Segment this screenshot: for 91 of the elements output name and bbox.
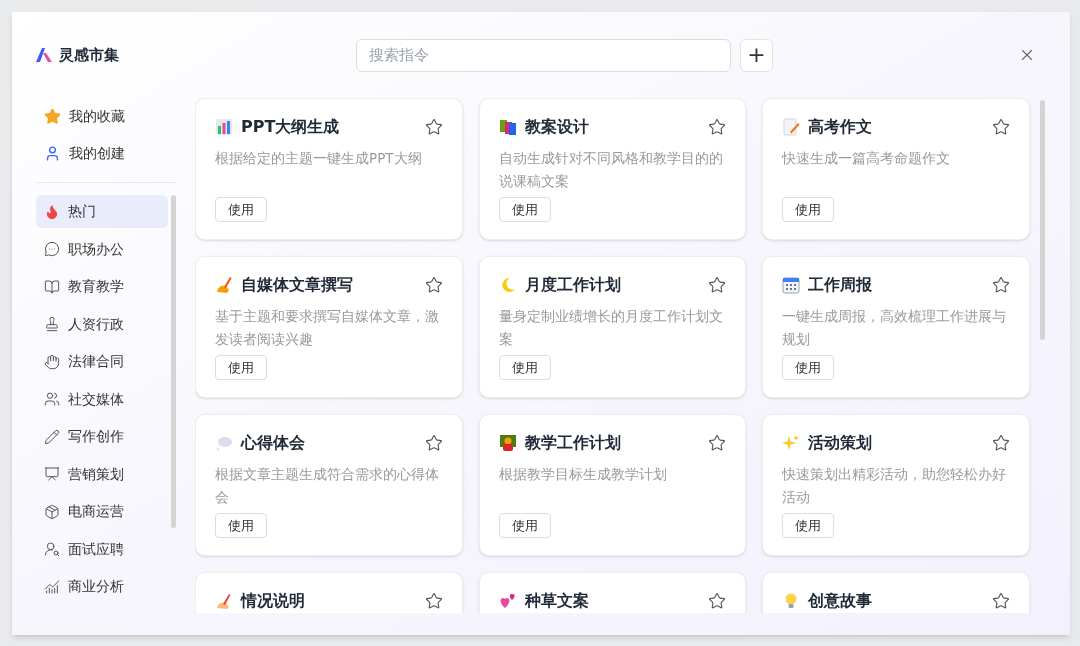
favorite-star-icon[interactable] — [708, 592, 727, 610]
books-icon — [498, 118, 517, 136]
favorite-star-icon[interactable] — [708, 118, 727, 136]
hand-icon — [44, 353, 60, 370]
category-item[interactable]: 写作创作 — [36, 420, 168, 453]
pencil-icon — [44, 428, 60, 445]
favorite-star-icon[interactable] — [424, 118, 443, 136]
use-button[interactable]: 使用 — [498, 513, 551, 538]
template-card[interactable]: 高考作文 快速生成一篇高考命题作文 使用 — [762, 98, 1030, 240]
favorite-star-icon[interactable] — [708, 434, 727, 452]
card-title: 高考作文 — [808, 116, 874, 138]
book-icon — [44, 278, 60, 295]
card-title: 种草文案 — [524, 590, 590, 612]
chart-board-icon — [44, 466, 60, 482]
sidebar-item[interactable]: 我的创建 — [36, 135, 176, 172]
use-button[interactable]: 使用 — [498, 355, 551, 380]
template-card[interactable]: 教案设计 自动生成针对不同风格和教学目的的说课稿文案 使用 — [478, 98, 747, 240]
template-card[interactable]: 工作周报 一键生成周报，高效梳理工作进展与规划 使用 — [762, 256, 1030, 398]
cube-icon — [44, 503, 60, 520]
category-item[interactable]: 营销策划 — [36, 457, 168, 491]
bar-chart-icon — [215, 118, 233, 136]
card-title: 教案设计 — [524, 116, 590, 138]
logo-icon — [36, 48, 53, 62]
favorite-star-icon[interactable] — [992, 434, 1010, 452]
star-icon — [44, 108, 61, 125]
template-card[interactable]: 活动策划 快速策划出精彩活动，助您轻松办好活动 使用 — [762, 414, 1030, 556]
category-item[interactable]: 职场办公 — [36, 232, 168, 266]
template-card[interactable]: 教学工作计划 根据教学目标生成教学计划 使用 — [478, 414, 747, 556]
add-button[interactable]: + — [740, 38, 773, 72]
template-card[interactable]: 自媒体文章撰写 基于主题和要求撰写自媒体文章，激发读者阅读兴趣 使用 — [195, 256, 463, 398]
favorite-star-icon[interactable] — [992, 118, 1010, 136]
card-description: 根据文章主题生成符合需求的心得体会 — [215, 465, 440, 507]
template-card[interactable]: 情况说明 — [195, 572, 463, 613]
app-title: 灵感市集 — [59, 44, 119, 66]
sidebar-item[interactable]: 我的收藏 — [36, 98, 176, 135]
card-title: 自媒体文章撰写 — [241, 274, 354, 296]
card-title: 活动策划 — [808, 432, 874, 454]
card-description: 一键生成周报，高效梳理工作进展与规划 — [782, 307, 1008, 349]
search-field[interactable]: 搜索指令 — [356, 38, 731, 72]
card-description: 量身定制业绩增长的月度工作计划文案 — [498, 307, 724, 349]
category-item[interactable]: 人资行政 — [36, 307, 168, 341]
card-description: 根据教学目标生成教学计划 — [498, 465, 668, 484]
card-title: 教学工作计划 — [524, 432, 622, 454]
favorite-star-icon[interactable] — [992, 592, 1010, 610]
use-button[interactable]: 使用 — [215, 355, 267, 380]
favorite-star-icon[interactable] — [992, 276, 1010, 294]
template-card[interactable]: 月度工作计划 量身定制业绩增长的月度工作计划文案 使用 — [478, 256, 747, 398]
use-button[interactable]: 使用 — [782, 513, 835, 538]
card-description: 快速生成一篇高考命题作文 — [782, 149, 952, 168]
card-title: 心得体会 — [241, 432, 306, 454]
favorite-star-icon[interactable] — [424, 434, 443, 452]
card-title: 月度工作计划 — [524, 274, 622, 296]
category-item[interactable]: 商业分析 — [36, 570, 168, 603]
category-item[interactable]: 法律合同 — [36, 345, 168, 378]
favorite-star-icon[interactable] — [424, 276, 443, 294]
category-item[interactable]: 面试应聘 — [36, 532, 168, 566]
card-title: 工作周报 — [808, 274, 874, 296]
calendar-icon — [782, 276, 801, 294]
person-icon — [44, 145, 61, 162]
scrollbar[interactable] — [171, 195, 176, 528]
card-description: 根据给定的主题一键生成PPT大纲 — [215, 149, 423, 168]
chart-icon — [44, 578, 60, 595]
people-icon — [44, 391, 60, 407]
use-button[interactable]: 使用 — [782, 197, 835, 222]
template-card[interactable]: 心得体会 根据文章主题生成符合需求的心得体会 使用 — [195, 414, 463, 556]
category-item[interactable]: 社交媒体 — [36, 382, 168, 416]
category-item[interactable]: 热门 — [36, 195, 168, 228]
use-button[interactable]: 使用 — [498, 197, 551, 222]
use-button[interactable]: 使用 — [782, 355, 835, 380]
memo-icon — [782, 118, 801, 136]
template-card[interactable]: 创意故事 — [762, 572, 1030, 613]
card-description: 快速策划出精彩活动，助您轻松办好活动 — [782, 465, 1008, 507]
card-title: 创意故事 — [808, 590, 874, 612]
favorite-star-icon[interactable] — [424, 592, 443, 610]
category-item[interactable]: 教育教学 — [36, 270, 168, 303]
card-description: 基于主题和要求撰写自媒体文章，激发读者阅读兴趣 — [215, 307, 440, 349]
template-card[interactable]: 种草文案 — [478, 572, 747, 613]
card-title: PPT大纲生成 — [241, 116, 341, 138]
scrollbar[interactable] — [1040, 100, 1045, 340]
chat-bubble-icon — [44, 241, 60, 257]
card-description: 自动生成针对不同风格和教学目的的说课稿文案 — [498, 149, 724, 191]
use-button[interactable]: 使用 — [215, 197, 267, 222]
card-title: 情况说明 — [241, 590, 306, 612]
hearts-icon — [498, 592, 517, 610]
flame-icon — [44, 203, 60, 220]
stamp-icon — [44, 316, 60, 332]
category-item[interactable]: 电商运营 — [36, 495, 168, 528]
use-button[interactable]: 使用 — [215, 513, 267, 538]
template-card[interactable]: PPT大纲生成 根据给定的主题一键生成PPT大纲 使用 — [195, 98, 463, 240]
speech-bubble-icon — [215, 434, 233, 452]
favorite-star-icon[interactable] — [708, 276, 727, 294]
